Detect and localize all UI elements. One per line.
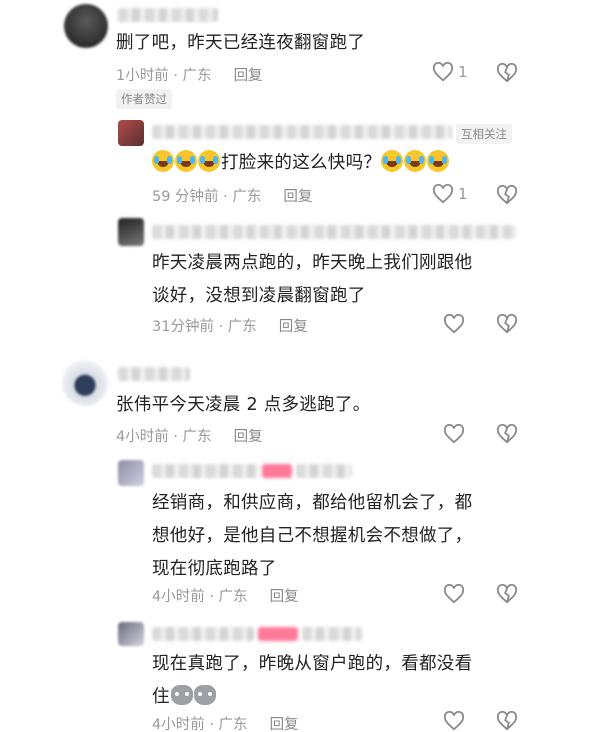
heart-outline-icon	[443, 314, 465, 334]
comment-time: 31分钟前 · 广东	[152, 319, 257, 335]
like-count: 1	[458, 63, 468, 81]
like-button[interactable]	[443, 584, 465, 604]
comment-text-line: 住	[152, 681, 472, 714]
dislike-button[interactable]	[496, 185, 518, 205]
like-button[interactable]	[443, 711, 465, 731]
broken-heart-icon	[496, 711, 518, 731]
like-count: 1	[458, 185, 468, 203]
reply-button[interactable]: 回复	[270, 585, 299, 606]
comment-meta: 4小时前 · 广东 回复	[152, 713, 299, 732]
reply-button[interactable]: 回复	[279, 315, 308, 336]
comment-meta: 4小时前 · 广东 回复	[152, 585, 299, 606]
comment-text: 删了吧，昨天已经连夜翻窗跑了	[116, 33, 366, 53]
comment-text: 打脸来的这么快吗？	[152, 147, 450, 180]
comment-time: 4小时前 · 广东	[152, 589, 248, 605]
like-button[interactable]: 1	[432, 184, 468, 204]
avatar[interactable]	[118, 218, 144, 246]
username[interactable]	[302, 627, 362, 641]
dislike-button[interactable]	[496, 63, 518, 83]
username[interactable]	[296, 464, 352, 478]
username[interactable]	[152, 627, 254, 641]
dislike-button[interactable]	[496, 424, 518, 444]
laugh-cry-emoji	[381, 150, 404, 172]
like-button[interactable]	[443, 424, 465, 444]
comment-text: 张伟平今天凌晨 2 点多逃跑了。	[116, 395, 371, 415]
broken-heart-icon	[496, 185, 518, 205]
like-button[interactable]	[443, 314, 465, 334]
comment-meta: 4小时前 · 广东 回复	[116, 425, 263, 446]
broken-heart-icon	[496, 63, 518, 83]
username[interactable]	[118, 367, 190, 381]
comment-text: 昨天凌晨两点跑的，昨天晚上我们刚跟他 谈好，没想到凌晨翻窗跑了	[152, 247, 472, 313]
comment-text-line: 现在真跑了，昨晚从窗户跑的，看都没看	[152, 654, 473, 674]
heart-outline-icon	[432, 62, 454, 82]
comment-text: 现在真跑了，昨晚从窗户跑的，看都没看 住	[152, 648, 472, 714]
reply-button[interactable]: 回复	[283, 185, 312, 206]
heart-outline-icon	[443, 711, 465, 731]
laugh-cry-emoji	[152, 150, 174, 172]
heart-outline-icon	[443, 424, 465, 444]
broken-heart-icon	[496, 314, 518, 334]
broken-heart-icon	[496, 584, 518, 604]
reply-button[interactable]: 回复	[234, 64, 263, 85]
comment-text-line: 昨天凌晨两点跑的，昨天晚上我们刚跟他	[152, 253, 473, 273]
mutual-follow-badge: 互相关注	[456, 124, 512, 144]
dislike-button[interactable]	[496, 314, 518, 334]
reply-button[interactable]: 回复	[270, 713, 299, 732]
avatar[interactable]	[118, 120, 144, 146]
comment-text-line: 经销商，和供应商，都给他留机会了，都	[152, 493, 473, 513]
laugh-cry-emoji	[427, 150, 450, 172]
avatar[interactable]	[118, 460, 144, 486]
heart-outline-icon	[432, 184, 454, 204]
username[interactable]	[118, 8, 218, 22]
comment-text-line: 现在彻底跑路了	[152, 559, 277, 579]
comment-meta: 31分钟前 · 广东 回复	[152, 315, 308, 336]
avatar[interactable]	[118, 622, 144, 646]
laugh-cry-emoji	[404, 150, 427, 172]
comment-meta: 59 分钟前 · 广东 回复	[152, 185, 312, 206]
heart-outline-icon	[443, 584, 465, 604]
cat-emoji	[193, 685, 216, 705]
avatar[interactable]	[64, 4, 108, 48]
username[interactable]	[152, 225, 516, 239]
reply-button[interactable]: 回复	[234, 425, 263, 446]
user-tag	[258, 627, 298, 641]
avatar[interactable]	[62, 360, 108, 406]
author-liked-badge: 作者赞过	[116, 89, 172, 109]
comment-text-content: 住	[152, 687, 170, 707]
laugh-cry-emoji	[198, 150, 220, 172]
user-tag	[262, 464, 292, 478]
comment-meta: 1小时前 · 广东 回复	[116, 64, 263, 85]
comment-time: 59 分钟前 · 广东	[152, 189, 262, 205]
comment-text-content: 打脸来的这么快吗？	[221, 153, 382, 173]
comment-text-line: 谈好，没想到凌晨翻窗跑了	[152, 286, 366, 306]
dislike-button[interactable]	[496, 711, 518, 731]
broken-heart-icon	[496, 424, 518, 444]
dislike-button[interactable]	[496, 584, 518, 604]
username[interactable]	[152, 464, 260, 478]
comment-time: 4小时前 · 广东	[152, 717, 248, 732]
comment-time: 1小时前 · 广东	[116, 68, 212, 84]
like-button[interactable]: 1	[432, 62, 468, 82]
comment-text-line: 想他好，是他自己不想握机会不想做了，	[152, 526, 473, 546]
comment-time: 4小时前 · 广东	[116, 429, 212, 445]
cat-emoji	[170, 685, 193, 705]
laugh-cry-emoji	[175, 150, 197, 172]
comment-text: 经销商，和供应商，都给他留机会了，都 想他好，是他自己不想握机会不想做了， 现在…	[152, 487, 472, 586]
username[interactable]	[152, 125, 452, 139]
